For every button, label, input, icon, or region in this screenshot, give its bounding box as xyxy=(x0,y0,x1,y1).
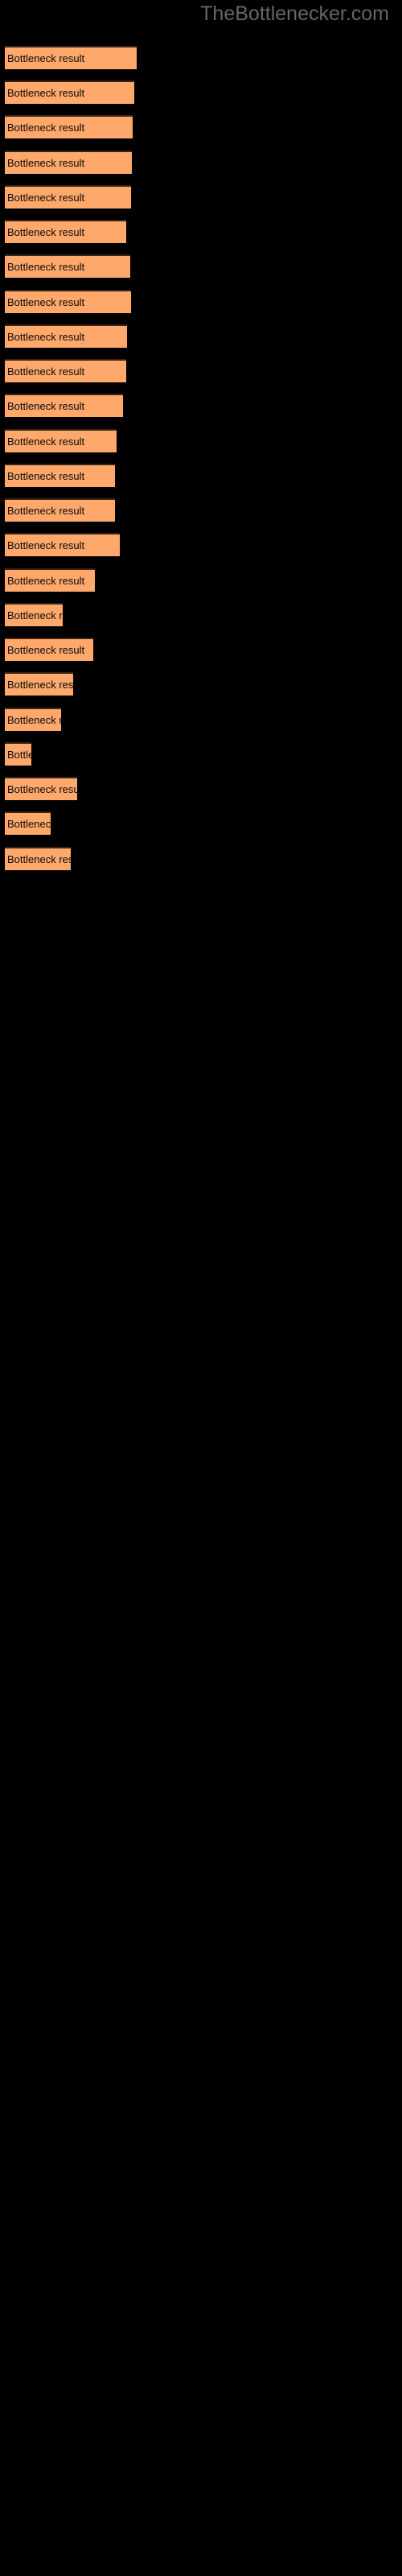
bar-result-22[interactable]: Bottleneck result xyxy=(5,777,77,800)
bar-result-11[interactable]: Bottleneck result xyxy=(5,394,123,417)
bar-result-17[interactable]: Bottleneck result xyxy=(5,603,63,626)
bottleneck-bar-chart: TheBottlenecker.com Bottleneck result Bot… xyxy=(0,0,402,2576)
bar-result-14[interactable]: Bottleneck result xyxy=(5,498,115,522)
bar-label: Bottleneck result xyxy=(7,575,85,587)
bar-result-19[interactable]: Bottleneck result xyxy=(5,672,73,696)
bar-label: Bottleneck result xyxy=(7,122,85,134)
bar-result-12[interactable]: Bottleneck result xyxy=(5,429,117,452)
bar-label: Bottleneck result xyxy=(7,87,85,99)
bar-label: Bottleneck result xyxy=(7,679,73,691)
bar-result-24[interactable]: Bottleneck result xyxy=(5,847,71,870)
bar-label: Bottleneck result xyxy=(7,331,85,343)
bar-label: Bottleneck result xyxy=(7,226,85,238)
bar-result-20[interactable]: Bottleneck result xyxy=(5,708,61,731)
bar-label: Bottleneck result xyxy=(7,470,85,482)
bar-result-21[interactable]: Bottleneck result xyxy=(5,742,31,766)
bar-result-7[interactable]: Bottleneck result xyxy=(5,254,130,278)
bar-result-16[interactable]: Bottleneck result xyxy=(5,568,95,592)
bar-result-6[interactable]: Bottleneck result xyxy=(5,220,126,243)
bar-result-5[interactable]: Bottleneck result xyxy=(5,185,131,208)
bar-label: Bottleneck result xyxy=(7,609,63,621)
bar-label: Bottleneck result xyxy=(7,296,85,308)
bar-label: Bottleneck result xyxy=(7,400,85,412)
bar-result-3[interactable]: Bottleneck result xyxy=(5,115,133,138)
bar-result-23[interactable]: Bottleneck result xyxy=(5,811,51,835)
site-watermark: TheBottlenecker.com xyxy=(200,2,389,25)
bar-result-15[interactable]: Bottleneck result xyxy=(5,533,120,556)
bar-label: Bottleneck result xyxy=(7,644,85,656)
bar-label: Bottleneck result xyxy=(7,714,61,726)
bar-label: Bottleneck result xyxy=(7,539,85,551)
bar-result-2[interactable]: Bottleneck result xyxy=(5,80,134,104)
bar-result-8[interactable]: Bottleneck result xyxy=(5,290,131,313)
bar-label: Bottleneck result xyxy=(7,52,85,64)
bar-label: Bottleneck result xyxy=(7,853,71,865)
bar-label: Bottleneck result xyxy=(7,261,85,273)
bar-label: Bottleneck result xyxy=(7,192,85,204)
bar-result-1[interactable]: Bottleneck result xyxy=(5,46,137,69)
bar-label: Bottleneck result xyxy=(7,157,85,169)
bar-label: Bottleneck result xyxy=(7,436,85,448)
bar-result-9[interactable]: Bottleneck result xyxy=(5,324,127,348)
bar-label: Bottleneck result xyxy=(7,505,85,517)
bar-label: Bottleneck result xyxy=(7,365,85,378)
bar-label: Bottleneck result xyxy=(7,818,51,830)
bar-label: Bottleneck result xyxy=(7,749,31,761)
bar-result-4[interactable]: Bottleneck result xyxy=(5,151,132,174)
bar-result-13[interactable]: Bottleneck result xyxy=(5,464,115,487)
bar-result-18[interactable]: Bottleneck result xyxy=(5,638,93,661)
bar-result-10[interactable]: Bottleneck result xyxy=(5,359,126,382)
bar-label: Bottleneck result xyxy=(7,783,77,795)
